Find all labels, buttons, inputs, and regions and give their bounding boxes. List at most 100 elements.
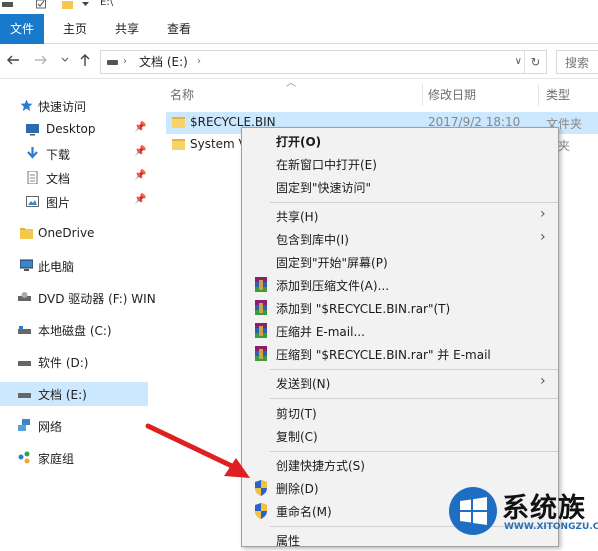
- column-header-date[interactable]: 修改日期: [428, 86, 476, 103]
- menu-item-include-library[interactable]: 包含到库中(I) ›: [242, 228, 558, 250]
- menu-item-share[interactable]: 共享(H) ›: [242, 205, 558, 227]
- menu-item-create-shortcut[interactable]: 创建快捷方式(S): [242, 454, 558, 476]
- pin-icon[interactable]: 📌: [134, 194, 146, 205]
- sidebar-item-homegroup[interactable]: 家庭组: [0, 446, 160, 470]
- homegroup-icon: [18, 451, 30, 464]
- sidebar-item-label: 网络: [38, 420, 63, 434]
- computer-icon: [20, 259, 33, 271]
- shield-icon: [255, 503, 267, 519]
- search-box[interactable]: 搜索: [556, 50, 598, 74]
- arrow-up-icon: [80, 54, 90, 66]
- shield-icon: [255, 480, 267, 496]
- winrar-icon: [255, 277, 267, 292]
- sidebar-item-label: 本地磁盘 (C:): [38, 324, 112, 338]
- pin-icon[interactable]: 📌: [134, 170, 146, 181]
- sidebar-item-this-pc[interactable]: 此电脑: [0, 254, 160, 278]
- menu-item-label: 添加到 "$RECYCLE.BIN.rar"(T): [276, 302, 451, 316]
- star-icon: [20, 99, 33, 111]
- sidebar-item-label: OneDrive: [38, 226, 95, 240]
- menu-item-label: 在新窗口中打开(E): [276, 158, 377, 172]
- menu-separator: [270, 369, 558, 370]
- menu-item-compress-email[interactable]: 压缩并 E-mail...: [242, 320, 558, 342]
- sidebar-item-desktop[interactable]: Desktop 📌: [0, 118, 160, 142]
- watermark: 系统族 WWW.XITONGZU.COM: [438, 478, 598, 542]
- menu-item-pin-quick-access[interactable]: 固定到"快速访问": [242, 176, 558, 198]
- drive-icon: [107, 60, 118, 65]
- folder-icon: [172, 117, 185, 128]
- quick-access-toolbar-icon[interactable]: [2, 0, 13, 9]
- menu-item-label: 重命名(M): [276, 505, 332, 519]
- sidebar-item-quick-access[interactable]: 快速访问: [0, 94, 160, 118]
- sidebar-item-network[interactable]: 网络: [0, 414, 160, 438]
- menu-item-compress-rar-email[interactable]: 压缩到 "$RECYCLE.BIN.rar" 并 E-mail: [242, 343, 558, 365]
- winrar-icon: [255, 300, 267, 315]
- tab-home[interactable]: 主页: [56, 14, 94, 44]
- menu-item-label: 添加到压缩文件(A)...: [276, 279, 390, 293]
- menu-item-open-new-window[interactable]: 在新窗口中打开(E): [242, 153, 558, 175]
- sidebar-item-dvd-drive[interactable]: DVD 驱动器 (F:) WIN: [0, 286, 160, 310]
- chevron-down-icon: [61, 57, 69, 62]
- menu-item-send-to[interactable]: 发送到(N) ›: [242, 372, 558, 394]
- menu-item-label: 固定到"开始"屏幕(P): [276, 256, 388, 270]
- chevron-right-icon: ›: [540, 206, 546, 222]
- menu-item-add-rar[interactable]: 添加到 "$RECYCLE.BIN.rar"(T): [242, 297, 558, 319]
- address-dropdown-icon[interactable]: ∨: [515, 51, 522, 73]
- chevron-right-icon: ›: [123, 56, 127, 67]
- sidebar-item-drive-e[interactable]: 文档 (E:): [0, 382, 148, 406]
- chevron-down-icon[interactable]: [80, 0, 91, 9]
- back-button[interactable]: [4, 52, 22, 70]
- menu-item-add-archive[interactable]: 添加到压缩文件(A)...: [242, 274, 558, 296]
- column-header-type[interactable]: 类型: [546, 86, 570, 103]
- forward-button[interactable]: [32, 52, 50, 70]
- address-bar[interactable]: › 文档 (E:) › ∨ ↻: [100, 50, 547, 74]
- winrar-icon: [255, 346, 267, 361]
- sidebar-item-downloads[interactable]: 下载 📌: [0, 142, 160, 166]
- sidebar-item-drive-d[interactable]: 软件 (D:): [0, 350, 160, 374]
- chevron-right-icon[interactable]: ›: [197, 51, 201, 73]
- menu-item-label: 共享(H): [276, 210, 319, 224]
- pin-icon[interactable]: 📌: [134, 122, 146, 133]
- tab-view[interactable]: 查看: [160, 14, 198, 44]
- recent-locations-button[interactable]: [56, 52, 74, 70]
- column-divider[interactable]: [422, 84, 423, 106]
- sort-ascending-icon: ︿: [286, 78, 296, 89]
- sidebar-item-label: 家庭组: [38, 452, 75, 466]
- menu-separator: [270, 451, 558, 452]
- folder-icon: [172, 139, 185, 150]
- drive-icon: [18, 393, 31, 398]
- tab-share[interactable]: 共享: [108, 14, 146, 44]
- search-placeholder: 搜索: [565, 56, 590, 70]
- arrow-right-icon: [35, 55, 47, 65]
- column-header-name[interactable]: 名称: [170, 86, 194, 103]
- folder-icon: [20, 228, 33, 239]
- drive-icon: [18, 326, 31, 334]
- network-icon: [18, 419, 30, 431]
- menu-item-label: 压缩到 "$RECYCLE.BIN.rar" 并 E-mail: [276, 348, 491, 362]
- menu-item-label: 压缩并 E-mail...: [276, 325, 365, 339]
- menu-item-cut[interactable]: 剪切(T): [242, 402, 558, 424]
- sidebar-item-drive-c[interactable]: 本地磁盘 (C:): [0, 318, 160, 342]
- folder-icon[interactable]: [62, 0, 73, 9]
- tab-file[interactable]: 文件: [0, 14, 44, 44]
- breadcrumb-drive-e[interactable]: 文档 (E:): [139, 51, 188, 73]
- navigation-bar: › 文档 (E:) › ∨ ↻ 搜索: [0, 45, 598, 79]
- title-bar: E:\: [0, 0, 598, 13]
- menu-item-pin-start[interactable]: 固定到"开始"屏幕(P): [242, 251, 558, 273]
- sidebar-item-label: 下载: [46, 148, 71, 162]
- menu-item-open[interactable]: 打开(O): [242, 130, 558, 152]
- drive-icon: [18, 361, 31, 366]
- menu-item-label: 删除(D): [276, 482, 319, 496]
- menu-item-copy[interactable]: 复制(C): [242, 425, 558, 447]
- column-divider[interactable]: [538, 84, 539, 106]
- sidebar-item-label: Desktop: [46, 122, 96, 136]
- pin-icon[interactable]: 📌: [134, 146, 146, 157]
- sidebar-item-documents[interactable]: 文档 📌: [0, 166, 160, 190]
- menu-separator: [270, 398, 558, 399]
- document-icon: [27, 171, 38, 184]
- sidebar-item-onedrive[interactable]: OneDrive: [0, 222, 160, 246]
- sidebar-item-pictures[interactable]: 图片 📌: [0, 190, 160, 214]
- navigation-pane: 快速访问 Desktop 📌 下载 📌 文档 📌 图片 📌 OneDrive 此…: [0, 80, 160, 542]
- up-button[interactable]: [76, 52, 94, 70]
- refresh-icon[interactable]: ↻: [524, 51, 546, 73]
- checkbox-icon[interactable]: [36, 0, 47, 9]
